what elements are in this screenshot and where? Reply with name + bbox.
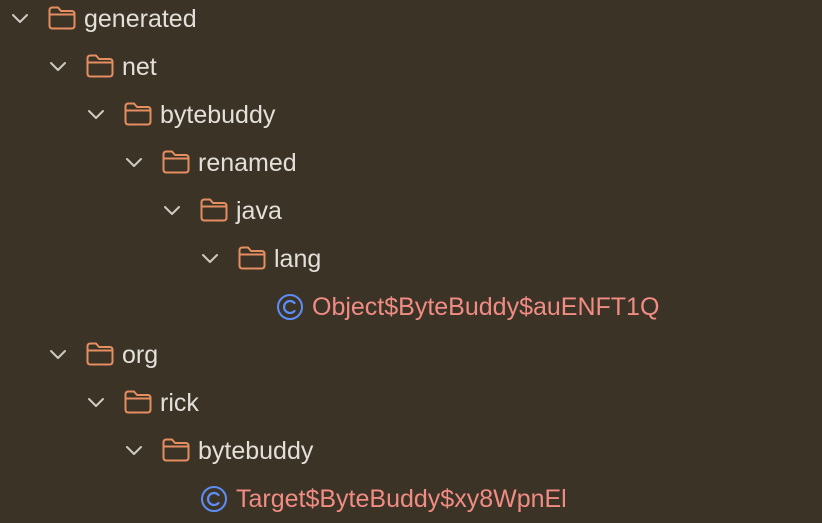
chevron-down-icon[interactable] [124,441,144,461]
tree-item-label: bytebuddy [160,101,276,129]
chevron-down-icon[interactable] [10,9,30,29]
tree-item-org[interactable]: org [0,331,822,379]
tree-item-label: rick [160,389,199,417]
folder-icon [85,341,115,367]
tree-item-class-object[interactable]: Object$ByteBuddy$auENFT1Q [0,283,822,331]
chevron-down-icon[interactable] [124,153,144,173]
folder-icon [161,437,191,463]
class-icon [276,293,304,321]
chevron-down-icon[interactable] [162,201,182,221]
tree-item-generated[interactable]: generated [0,0,822,43]
tree-item-bytebuddy[interactable]: bytebuddy [0,427,822,475]
tree-item-label: org [122,341,159,369]
tree-item-label: renamed [198,149,297,177]
tree-item-net[interactable]: net [0,43,822,91]
folder-icon [161,149,191,175]
tree-item-bytebuddy[interactable]: bytebuddy [0,91,822,139]
chevron-down-icon[interactable] [86,105,106,125]
tree-item-label: Target$ByteBuddy$xy8WpnEl [236,485,567,513]
folder-icon [47,5,77,31]
chevron-down-icon[interactable] [48,57,68,77]
chevron-down-icon[interactable] [200,249,220,269]
tree-item-java[interactable]: java [0,187,822,235]
tree-item-label: java [236,197,282,225]
folder-icon [237,245,267,271]
tree-item-label: Object$ByteBuddy$auENFT1Q [312,293,660,321]
folder-icon [85,53,115,79]
tree-item-label: lang [274,245,322,273]
chevron-down-icon[interactable] [86,393,106,413]
tree-item-renamed[interactable]: renamed [0,139,822,187]
folder-icon [199,197,229,223]
tree-item-class-target[interactable]: Target$ByteBuddy$xy8WpnEl [0,475,822,523]
tree-item-label: bytebuddy [198,437,314,465]
chevron-down-icon[interactable] [48,345,68,365]
folder-icon [123,389,153,415]
project-tree: generated net bytebuddy renamed java lan… [0,0,822,522]
folder-icon [123,101,153,127]
tree-item-lang[interactable]: lang [0,235,822,283]
tree-item-rick[interactable]: rick [0,379,822,427]
tree-item-label: net [122,53,157,81]
class-icon [200,485,228,513]
tree-item-label: generated [84,5,197,33]
